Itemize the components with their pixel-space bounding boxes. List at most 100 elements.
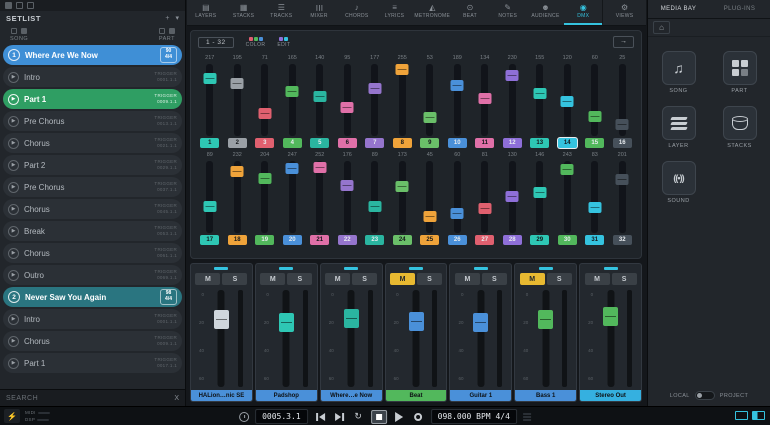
- setlist-song-row[interactable]: 2Never Saw You Again984/4: [3, 287, 182, 307]
- channel-fader-handle[interactable]: [409, 312, 424, 331]
- dmx-fader-track[interactable]: [426, 64, 433, 136]
- tab-plug-ins[interactable]: PLUG-INS: [709, 0, 770, 18]
- tab-metronome[interactable]: ◭METRONOME: [413, 0, 451, 25]
- setlist-menu-icon[interactable]: ▾: [175, 15, 179, 22]
- setlist-part-row[interactable]: ▶ChorusTRIGGER0061.1.1: [3, 243, 182, 263]
- dmx-fader-handle[interactable]: [396, 181, 409, 192]
- tab-tracks[interactable]: ☰TRACKS: [262, 0, 300, 25]
- local-project-toggle[interactable]: [695, 391, 715, 400]
- dmx-channel-number[interactable]: 24: [393, 235, 412, 245]
- dmx-fader-track[interactable]: [454, 64, 461, 136]
- add-song-button[interactable]: [11, 28, 17, 34]
- dmx-fader-track[interactable]: [536, 161, 543, 233]
- dmx-fader-handle[interactable]: [588, 202, 601, 213]
- song-grid-icon[interactable]: [21, 28, 27, 34]
- tab-notes[interactable]: ✎NOTES: [489, 0, 527, 25]
- dmx-fader-track[interactable]: [564, 161, 571, 233]
- setlist-part-row[interactable]: ▶Part 2TRIGGER0029.1.1: [3, 155, 182, 175]
- setlist-part-row[interactable]: ▶OutroTRIGGER0069.1.1: [3, 265, 182, 285]
- tempo-display[interactable]: 098.000 BPM 4/4: [431, 409, 517, 424]
- dmx-fader-handle[interactable]: [533, 88, 546, 99]
- panel-toggle-icon[interactable]: [27, 2, 34, 9]
- dmx-fader-track[interactable]: [399, 64, 406, 136]
- dmx-channel-number[interactable]: 25: [420, 235, 439, 245]
- dmx-fader-track[interactable]: [399, 161, 406, 233]
- dmx-fader-track[interactable]: [371, 64, 378, 136]
- mute-button[interactable]: M: [195, 273, 220, 285]
- tab-mixer[interactable]: ☰MIXER: [300, 0, 338, 25]
- dmx-fader-handle[interactable]: [533, 187, 546, 198]
- dmx-fader-track[interactable]: [344, 161, 351, 233]
- go-to-start-button[interactable]: [314, 410, 327, 424]
- dmx-fader-track[interactable]: [509, 64, 516, 136]
- dmx-fader-handle[interactable]: [341, 180, 354, 191]
- search-clear-button[interactable]: X: [174, 395, 179, 402]
- dmx-fader-track[interactable]: [481, 64, 488, 136]
- dmx-fader-track[interactable]: [481, 161, 488, 233]
- channel-fader-track[interactable]: [283, 290, 290, 387]
- tab-lyrics[interactable]: ≡LYRICS: [376, 0, 414, 25]
- dmx-fader-handle[interactable]: [368, 201, 381, 212]
- dmx-fader-track[interactable]: [206, 161, 213, 233]
- dmx-channel-number[interactable]: 9: [420, 138, 439, 148]
- mute-button[interactable]: M: [390, 273, 415, 285]
- dmx-next-page-button[interactable]: →: [613, 36, 634, 48]
- dmx-fader-track[interactable]: [619, 161, 626, 233]
- dmx-channel-number[interactable]: 4: [283, 138, 302, 148]
- dmx-fader-handle[interactable]: [341, 102, 354, 113]
- channel-fader-track[interactable]: [542, 290, 549, 387]
- dmx-channel-number[interactable]: 14: [558, 138, 577, 148]
- dmx-fader-handle[interactable]: [423, 211, 436, 222]
- dmx-fader-handle[interactable]: [313, 91, 326, 102]
- media-category-layer[interactable]: LAYER: [662, 106, 696, 149]
- mute-button[interactable]: M: [260, 273, 285, 285]
- dmx-channel-number[interactable]: 18: [228, 235, 247, 245]
- search-input[interactable]: [6, 395, 174, 402]
- setlist-part-row[interactable]: ▶ChorusTRIGGER0021.1.1: [3, 133, 182, 153]
- dmx-channel-number[interactable]: 7: [365, 138, 384, 148]
- tab-audience[interactable]: ☻AUDIENCE: [527, 0, 565, 25]
- channel-fader-track[interactable]: [477, 290, 484, 387]
- setlist-part-row[interactable]: ▶IntroTRIGGER0001.1.1: [3, 309, 182, 329]
- mute-button[interactable]: M: [585, 273, 610, 285]
- setlist-part-row[interactable]: ▶Pre ChorusTRIGGER0013.1.1: [3, 111, 182, 131]
- dmx-fader-handle[interactable]: [616, 174, 629, 185]
- setlist-part-row[interactable]: ▶Part 1TRIGGER0017.1.1: [3, 353, 182, 373]
- media-category-part[interactable]: PART: [723, 51, 757, 94]
- dmx-fader-track[interactable]: [591, 161, 598, 233]
- dmx-fader-track[interactable]: [371, 161, 378, 233]
- dmx-fader-track[interactable]: [536, 64, 543, 136]
- dmx-fader-track[interactable]: [316, 161, 323, 233]
- dmx-channel-number[interactable]: 32: [613, 235, 632, 245]
- position-display[interactable]: 0005.3.1: [255, 409, 308, 424]
- dmx-fader-handle[interactable]: [203, 73, 216, 84]
- dmx-fader-handle[interactable]: [616, 119, 629, 130]
- primary-view-toggle[interactable]: [752, 411, 765, 420]
- channel-fader-handle[interactable]: [473, 313, 488, 332]
- dmx-channel-number[interactable]: 30: [558, 235, 577, 245]
- channel-fader-track[interactable]: [607, 290, 614, 387]
- record-button[interactable]: [412, 410, 425, 424]
- dmx-fader-handle[interactable]: [588, 111, 601, 122]
- dmx-fader-track[interactable]: [564, 64, 571, 136]
- tab-views[interactable]: ⚙VIEWS: [602, 0, 646, 25]
- go-to-end-button[interactable]: [333, 410, 346, 424]
- setlist-part-row[interactable]: ▶BreakTRIGGER0053.1.1: [3, 221, 182, 241]
- media-category-song[interactable]: ♫SONG: [662, 51, 696, 94]
- dmx-fader-track[interactable]: [344, 64, 351, 136]
- add-song-icon[interactable]: +: [165, 15, 169, 22]
- tab-layers[interactable]: ▤LAYERS: [187, 0, 225, 25]
- dmx-fader-handle[interactable]: [286, 163, 299, 174]
- dmx-channel-number[interactable]: 2: [228, 138, 247, 148]
- solo-button[interactable]: S: [287, 273, 312, 285]
- cycle-button[interactable]: ↻: [352, 410, 365, 424]
- dmx-channel-number[interactable]: 20: [283, 235, 302, 245]
- dmx-fader-handle[interactable]: [561, 164, 574, 175]
- mute-button[interactable]: M: [520, 273, 545, 285]
- media-category-sound[interactable]: ((•))SOUND: [662, 161, 696, 204]
- home-icon[interactable]: ⌂: [653, 21, 670, 34]
- power-scheme-icon[interactable]: ⚡: [4, 409, 20, 423]
- dmx-channel-number[interactable]: 3: [255, 138, 274, 148]
- dmx-channel-number[interactable]: 21: [310, 235, 329, 245]
- dmx-fader-handle[interactable]: [286, 86, 299, 97]
